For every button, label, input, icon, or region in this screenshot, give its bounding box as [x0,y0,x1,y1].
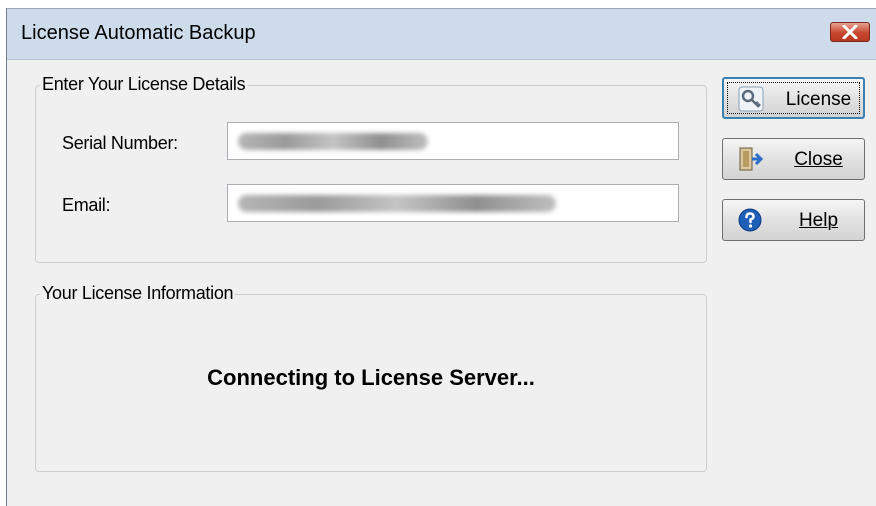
status-message: Connecting to License Server... [207,365,535,390]
license-details-group: Enter Your License Details Serial Number… [35,74,707,263]
serial-number-value-blurred [238,133,428,150]
license-backup-dialog: License Automatic Backup Enter Your Lice… [6,8,876,506]
license-button-label: License [785,89,852,110]
serial-number-field[interactable] [227,122,679,160]
close-x-icon [842,25,858,39]
license-button[interactable]: License [722,77,865,119]
key-icon [738,86,764,112]
license-details-legend: Enter Your License Details [40,74,248,95]
door-exit-icon [739,147,763,171]
title-bar[interactable]: License Automatic Backup [7,9,876,60]
close-button[interactable]: Close [722,138,865,180]
help-button-label: Help [798,210,839,231]
email-value-blurred [238,195,556,212]
close-button-label: Close [794,149,843,170]
license-info-group: Your License Information Connecting to L… [35,283,707,472]
email-field[interactable] [227,184,679,222]
email-label: Email: [62,195,111,215]
window-close-button[interactable] [830,22,870,42]
license-info-legend: Your License Information [40,283,236,304]
window-title: License Automatic Backup [21,22,256,44]
question-icon [738,208,762,232]
help-button[interactable]: Help [722,199,865,241]
serial-number-label: Serial Number: [62,133,178,153]
